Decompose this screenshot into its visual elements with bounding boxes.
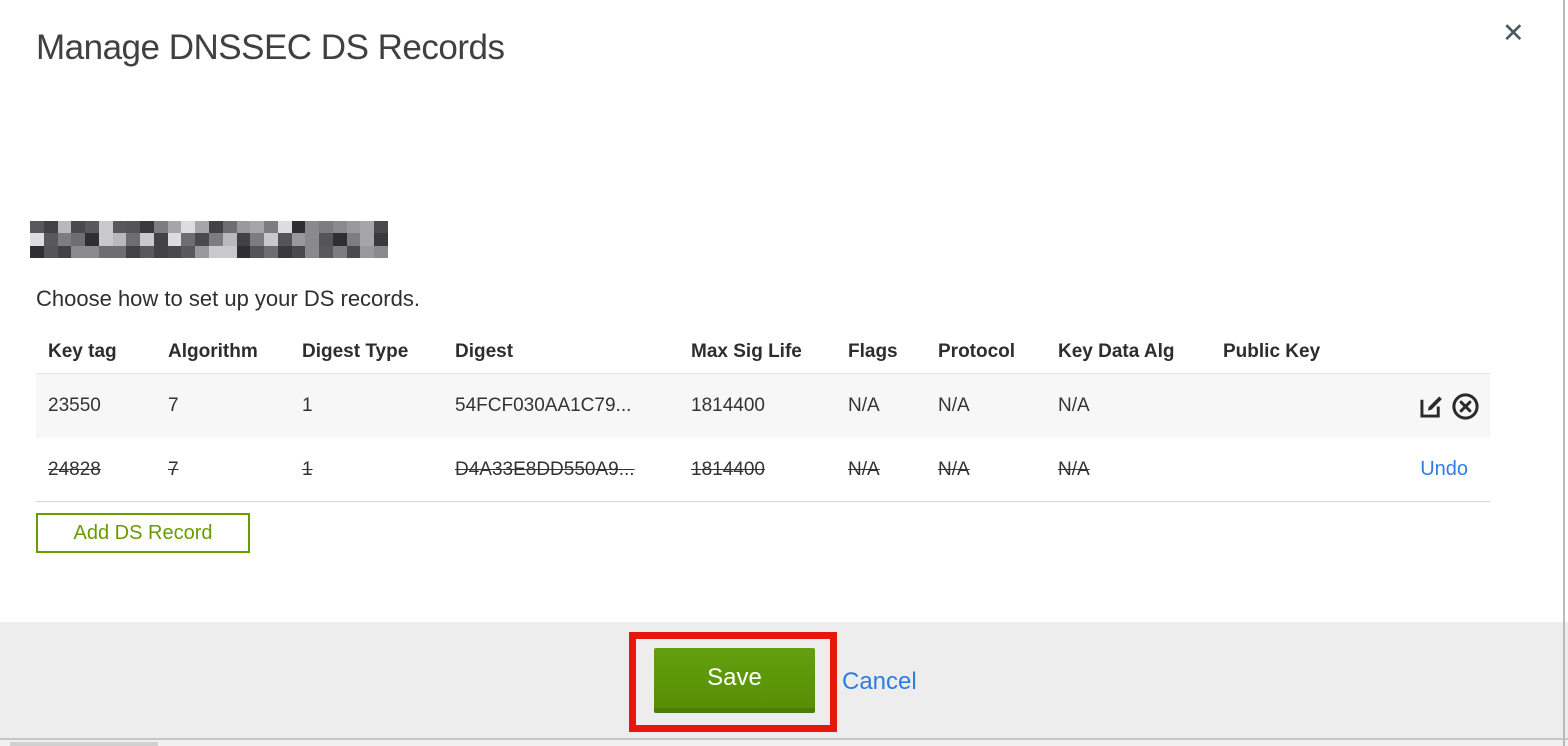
undo-link[interactable]: Undo xyxy=(1420,458,1480,481)
cell-digest: 54FCF030AA1C79... xyxy=(455,395,632,416)
header-algorithm: Algorithm xyxy=(168,340,258,362)
cell-digest-type: 1 xyxy=(302,458,313,480)
table-row-existing: 23550 7 1 54FCF030AA1C79... 1814400 N/A … xyxy=(36,374,1490,438)
header-flags: Flags xyxy=(848,340,898,362)
instruction-text: Choose how to set up your DS records. xyxy=(36,286,420,311)
row-actions: Undo xyxy=(1400,458,1490,481)
manage-dnssec-dialog: Manage DNSSEC DS Records ✕ Choose how to… xyxy=(0,0,1568,746)
table-header-row: Key tag Algorithm Digest Type Digest Max… xyxy=(36,330,1490,374)
dialog-right-edge xyxy=(1563,0,1565,746)
close-icon[interactable]: ✕ xyxy=(1502,20,1525,47)
cell-flags: N/A xyxy=(848,395,880,416)
page-behind-content xyxy=(10,742,158,746)
redacted-domain-text xyxy=(30,221,388,258)
cell-key-tag: 23550 xyxy=(48,395,101,416)
cell-key-data-alg: N/A xyxy=(1058,458,1090,480)
cell-flags: N/A xyxy=(848,458,880,480)
delete-icon[interactable] xyxy=(1450,391,1480,421)
header-digest: Digest xyxy=(455,340,514,362)
row-actions xyxy=(1400,391,1490,421)
cancel-link[interactable]: Cancel xyxy=(842,668,917,696)
cell-max-sig-life: 1814400 xyxy=(691,458,765,480)
header-key-data-alg: Key Data Alg xyxy=(1058,340,1175,362)
header-digest-type: Digest Type xyxy=(302,340,409,362)
header-protocol: Protocol xyxy=(938,340,1016,362)
save-button[interactable]: Save xyxy=(654,648,815,713)
cell-protocol: N/A xyxy=(938,458,970,480)
edit-icon[interactable] xyxy=(1416,391,1446,421)
cell-algorithm: 7 xyxy=(168,395,179,416)
page-behind-dialog xyxy=(0,740,1568,746)
header-public-key: Public Key xyxy=(1223,340,1321,362)
add-ds-record-button[interactable]: Add DS Record xyxy=(36,513,250,553)
cell-digest-type: 1 xyxy=(302,395,313,416)
cell-key-data-alg: N/A xyxy=(1058,395,1090,416)
cell-protocol: N/A xyxy=(938,395,970,416)
cell-algorithm: 7 xyxy=(168,458,179,480)
ds-records-table: Key tag Algorithm Digest Type Digest Max… xyxy=(36,330,1490,502)
header-max-sig-life: Max Sig Life xyxy=(691,340,802,362)
dialog-title: Manage DNSSEC DS Records xyxy=(36,28,505,67)
table-row-deleted: 24828 7 1 D4A33E8DD550A9... 1814400 N/A … xyxy=(36,438,1490,502)
header-key-tag: Key tag xyxy=(48,340,117,362)
cell-digest: D4A33E8DD550A9... xyxy=(455,458,635,480)
cell-key-tag: 24828 xyxy=(48,458,101,480)
cell-max-sig-life: 1814400 xyxy=(691,395,765,416)
